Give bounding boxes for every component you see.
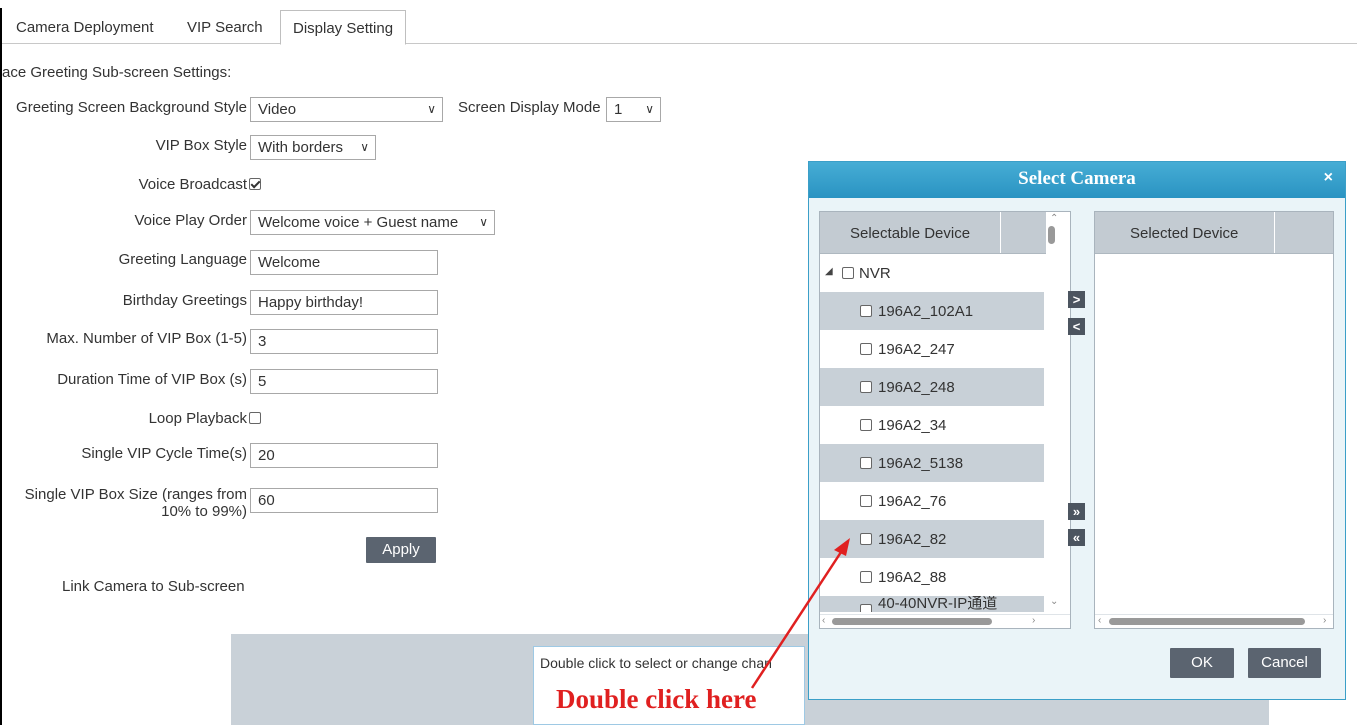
vip-box-style-value: With borders <box>258 139 344 156</box>
scroll-thumb[interactable] <box>1109 618 1305 625</box>
voice-play-order-value: Welcome voice + Guest name <box>258 214 459 231</box>
nvr-checkbox[interactable] <box>842 267 854 279</box>
chevron-down-icon: ∨ <box>427 102 436 116</box>
device-checkbox[interactable] <box>860 533 872 545</box>
apply-button[interactable]: Apply <box>366 537 436 563</box>
vip-box-style-label: VIP Box Style <box>155 137 247 154</box>
device-name: 196A2_34 <box>878 417 947 434</box>
column-divider <box>1274 212 1275 253</box>
selected-header: Selected Device <box>1095 212 1333 254</box>
device-name: 40-40NVR-IP通道 <box>878 596 998 612</box>
max-vip-label: Max. Number of VIP Box (1-5) <box>46 330 247 347</box>
selected-device-panel: Selected Device ‹ › <box>1094 211 1334 629</box>
list-item[interactable]: 196A2_76 <box>820 482 1044 520</box>
voice-broadcast-label: Voice Broadcast <box>138 176 247 193</box>
tab-camera-deployment[interactable]: Camera Deployment <box>12 10 158 42</box>
ok-button[interactable]: OK <box>1170 648 1234 678</box>
scroll-thumb[interactable] <box>1048 226 1055 244</box>
bg-style-select[interactable]: Video ∨ <box>250 97 443 122</box>
scroll-right-icon[interactable]: › <box>1032 615 1035 626</box>
device-checkbox[interactable] <box>860 571 872 583</box>
cycle-time-input[interactable]: 20 <box>250 443 438 468</box>
device-name: 196A2_5138 <box>878 455 964 472</box>
link-camera-label: Link Camera to Sub-screen <box>62 578 245 595</box>
duration-input[interactable]: 5 <box>250 369 438 394</box>
birthday-greetings-input[interactable]: Happy birthday! <box>250 290 438 315</box>
device-checkbox[interactable] <box>860 457 872 469</box>
nvr-label: NVR <box>859 265 891 282</box>
loop-playback-label: Loop Playback <box>148 410 247 427</box>
vertical-scrollbar[interactable]: ⌃ ⌄ <box>1046 212 1070 612</box>
arrow-head <box>834 538 850 556</box>
annotation-text: Double click here <box>556 684 757 714</box>
duration-label: Duration Time of VIP Box (s) <box>57 371 247 388</box>
list-item[interactable]: 196A2_248 <box>820 368 1044 406</box>
close-icon[interactable]: × <box>1324 169 1333 187</box>
chevron-down-icon: ∨ <box>479 215 488 229</box>
device-checkbox[interactable] <box>860 604 872 612</box>
cycle-time-label: Single VIP Cycle Time(s) <box>81 445 247 462</box>
voice-play-order-select[interactable]: Welcome voice + Guest name ∨ <box>250 210 495 235</box>
selectable-header: Selectable Device <box>820 212 1048 254</box>
bg-style-label: Greeting Screen Background Style <box>16 99 247 116</box>
chevron-down-icon: ∨ <box>360 140 369 154</box>
scroll-up-icon[interactable]: ⌃ <box>1050 213 1058 224</box>
scroll-right-icon[interactable]: › <box>1323 615 1326 626</box>
annotation-arrow <box>750 538 850 689</box>
box-size-input[interactable]: 60 <box>250 488 438 513</box>
arrow-line <box>750 545 847 689</box>
device-name: 196A2_82 <box>878 531 947 548</box>
tree-root-nvr[interactable]: ◢ NVR <box>820 254 1044 292</box>
display-mode-value: 1 <box>614 101 623 118</box>
display-mode-label: Screen Display Mode <box>458 99 601 116</box>
selected-header-label: Selected Device <box>1130 225 1239 242</box>
voice-broadcast-checkbox[interactable] <box>249 178 261 190</box>
device-name: 196A2_76 <box>878 493 947 510</box>
dialog-title: Select Camera <box>1018 168 1136 189</box>
move-left-button[interactable]: < <box>1068 318 1085 335</box>
scroll-left-icon[interactable]: ‹ <box>1098 615 1101 626</box>
horizontal-scrollbar[interactable]: ‹ › <box>1095 614 1333 628</box>
expand-triangle-icon: ◢ <box>825 266 833 277</box>
list-item[interactable]: 196A2_102A1 <box>820 292 1044 330</box>
window-edge <box>0 8 2 725</box>
tab-vip-search[interactable]: VIP Search <box>183 10 267 42</box>
device-checkbox[interactable] <box>860 419 872 431</box>
device-name: 196A2_248 <box>878 379 955 396</box>
list-item[interactable]: 196A2_5138 <box>820 444 1044 482</box>
box-size-label-line2: 10% to 99%) <box>161 503 247 520</box>
vip-box-style-select[interactable]: With borders ∨ <box>250 135 376 160</box>
select-camera-dialog: Select Camera × Selectable Device ◢ NVR … <box>808 161 1346 700</box>
selectable-header-label: Selectable Device <box>850 225 971 242</box>
section-title: ace Greeting Sub-screen Settings: <box>2 64 232 81</box>
device-checkbox[interactable] <box>860 305 872 317</box>
display-mode-select[interactable]: 1 ∨ <box>606 97 661 122</box>
column-divider <box>1000 212 1001 253</box>
list-item[interactable]: 196A2_34 <box>820 406 1044 444</box>
device-name: 196A2_102A1 <box>878 303 974 320</box>
bg-style-value: Video <box>258 101 297 118</box>
device-name: 196A2_247 <box>878 341 955 358</box>
birthday-greetings-label: Birthday Greetings <box>122 292 247 309</box>
move-all-left-button[interactable]: « <box>1068 529 1085 546</box>
cancel-button[interactable]: Cancel <box>1248 648 1321 678</box>
greeting-language-label: Greeting Language <box>118 251 247 268</box>
device-checkbox[interactable] <box>860 381 872 393</box>
device-checkbox[interactable] <box>860 495 872 507</box>
loop-playback-checkbox[interactable] <box>249 412 261 424</box>
tab-display-setting[interactable]: Display Setting <box>280 10 407 45</box>
box-size-label-line1: Single VIP Box Size (ranges from <box>24 486 247 503</box>
chevron-down-icon: ∨ <box>645 102 654 116</box>
scroll-down-icon[interactable]: ⌄ <box>1050 596 1058 607</box>
voice-play-order-label: Voice Play Order <box>134 212 247 229</box>
device-name: 196A2_88 <box>878 569 947 586</box>
greeting-language-input[interactable]: Welcome <box>250 250 438 275</box>
max-vip-input[interactable]: 3 <box>250 329 438 354</box>
move-all-right-button[interactable]: » <box>1068 503 1085 520</box>
move-right-button[interactable]: > <box>1068 291 1085 308</box>
list-item[interactable]: 196A2_247 <box>820 330 1044 368</box>
device-checkbox[interactable] <box>860 343 872 355</box>
